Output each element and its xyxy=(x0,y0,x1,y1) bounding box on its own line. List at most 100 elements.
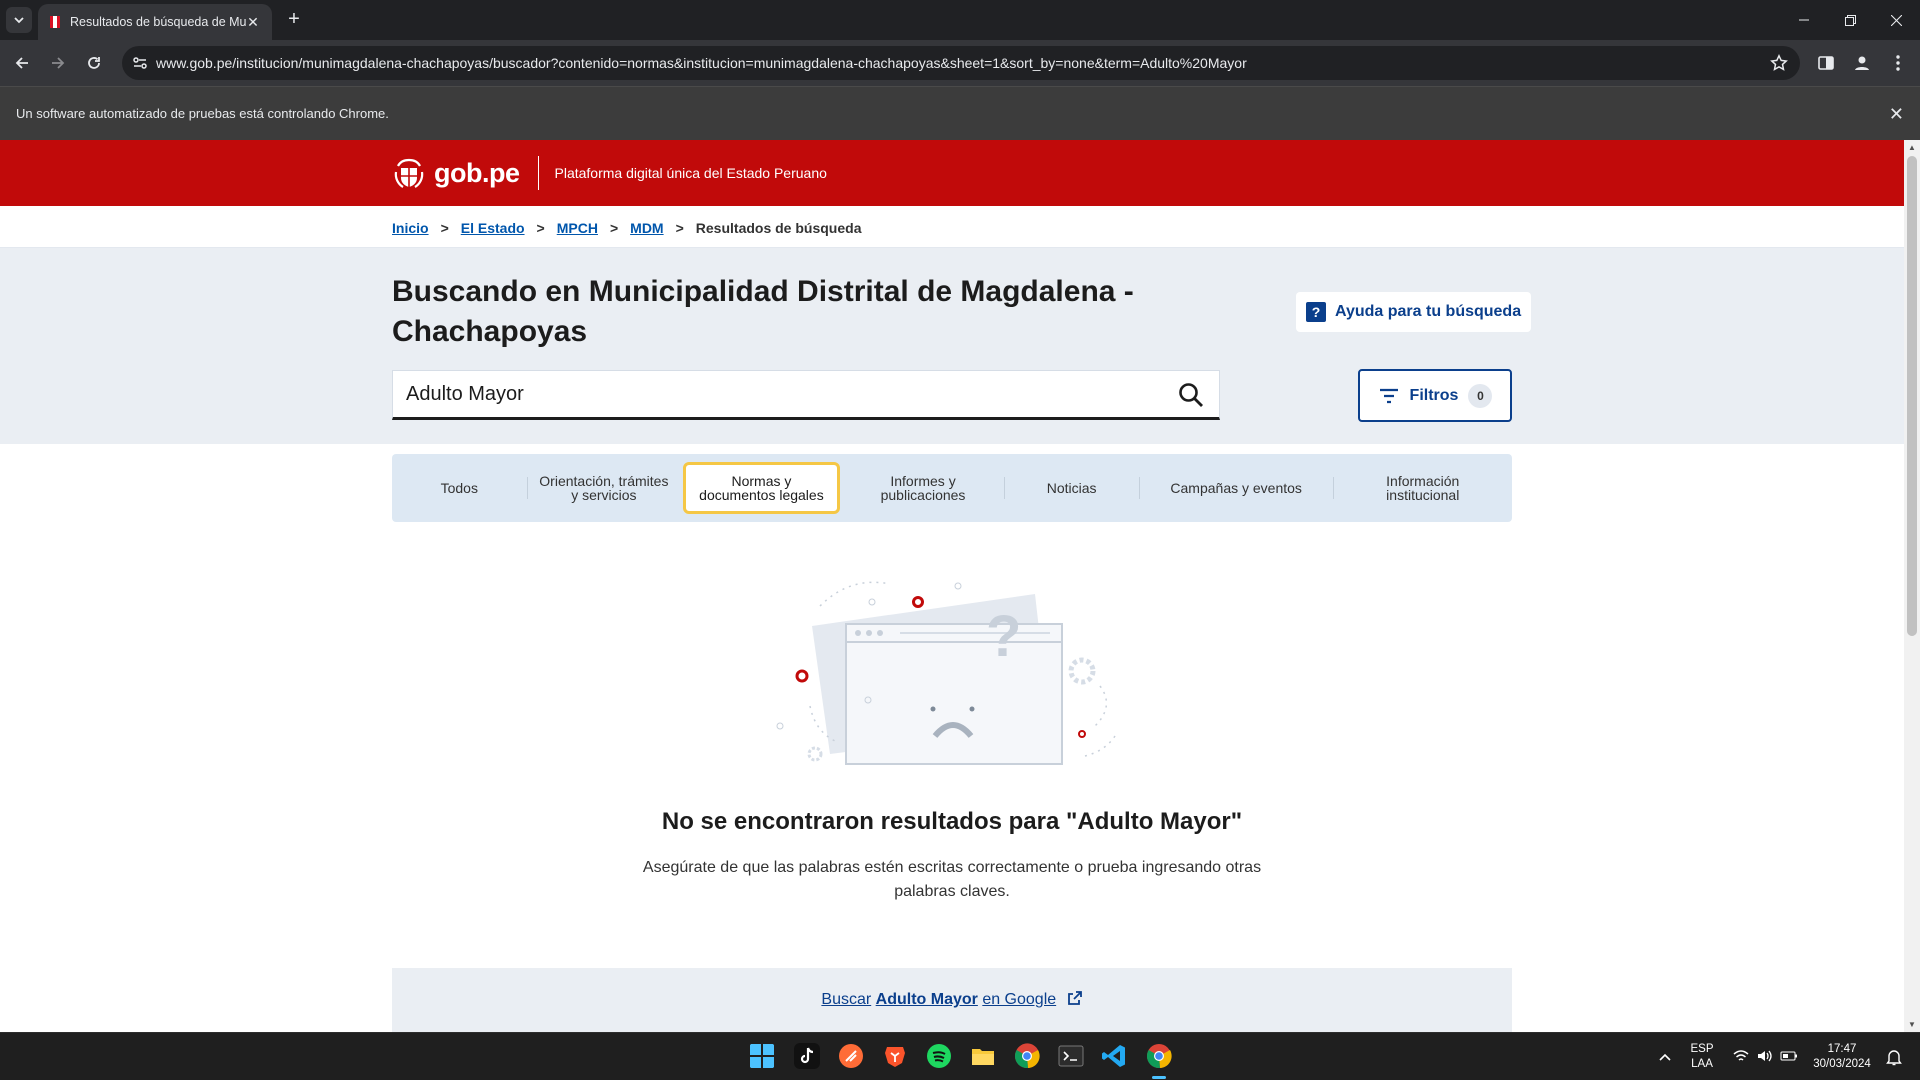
chevron-right-icon: > xyxy=(609,220,619,236)
spotify-icon[interactable] xyxy=(926,1043,952,1069)
scroll-down-arrow[interactable]: ▼ xyxy=(1908,1020,1916,1029)
site-info-icon xyxy=(133,57,147,69)
google-term: Adulto Mayor xyxy=(875,991,978,1008)
notification-bell-icon[interactable] xyxy=(1886,1048,1902,1066)
breadcrumb-el-estado[interactable]: El Estado xyxy=(461,220,525,236)
no-results-illustration: ? xyxy=(715,581,1195,776)
google-search-link[interactable]: Buscar Adulto Mayor en Google xyxy=(392,990,1512,1009)
search-input[interactable] xyxy=(393,371,1093,417)
content-type-tabs: Todos Orientación, trámites y servicios … xyxy=(392,454,1512,522)
tab-informes[interactable]: Informes y publicaciones xyxy=(842,462,1005,514)
header-tagline: Plataforma digital única del Estado Peru… xyxy=(554,165,827,181)
page-scrollbar[interactable]: ▲ ▼ xyxy=(1904,140,1920,1032)
tab-orientacion[interactable]: Orientación, trámites y servicios xyxy=(526,462,682,514)
chevron-up-icon[interactable] xyxy=(1658,1051,1672,1063)
restore-button[interactable] xyxy=(1828,0,1872,40)
reload-icon xyxy=(88,57,100,69)
new-tab-button[interactable]: + xyxy=(282,8,306,32)
tab-informacion[interactable]: Información institucional xyxy=(1333,462,1512,514)
bookmark-star-icon[interactable] xyxy=(1770,54,1788,72)
clock-date: 30/03/2024 xyxy=(1813,1058,1871,1070)
google-search-box: Buscar Adulto Mayor en Google xyxy=(392,968,1512,1032)
breadcrumb-inicio[interactable]: Inicio xyxy=(392,220,429,236)
more-menu-icon[interactable] xyxy=(1888,53,1908,73)
coat-of-arms-icon xyxy=(394,158,424,188)
page-title: Buscando en Municipalidad Distrital de M… xyxy=(392,275,1134,348)
wifi-icon[interactable] xyxy=(1733,1049,1749,1063)
gobpe-logo[interactable]: gob.pe Plataforma digital única del Esta… xyxy=(392,156,827,190)
reload-button[interactable] xyxy=(80,49,108,77)
peru-flag-icon xyxy=(50,16,60,28)
vscode-icon[interactable] xyxy=(1101,1043,1127,1069)
windows-start-icon[interactable] xyxy=(749,1043,775,1069)
search-box xyxy=(392,370,1220,420)
battery-icon[interactable] xyxy=(1780,1050,1798,1062)
tab-title: Resultados de búsqueda de Municipalidad xyxy=(70,15,246,29)
language-indicator[interactable]: ESP LAA xyxy=(1690,1033,1714,1081)
search-help-button[interactable]: ? Ayuda para tu búsqueda xyxy=(1296,292,1532,332)
close-infobar-icon[interactable]: ✕ xyxy=(1889,87,1904,141)
site-header: gob.pe Plataforma digital única del Esta… xyxy=(0,140,1904,206)
search-icon[interactable] xyxy=(1177,381,1205,409)
breadcrumb-mdm[interactable]: MDM xyxy=(630,220,663,236)
restore-icon xyxy=(1844,14,1856,26)
volume-icon[interactable] xyxy=(1757,1049,1773,1063)
side-panel-icon[interactable] xyxy=(1816,53,1836,73)
breadcrumb: Inicio > El Estado > MPCH > MDM > Result… xyxy=(392,220,861,236)
infobar-text: Un software automatizado de pruebas está… xyxy=(16,106,389,121)
url-text: www.gob.pe/institucion/munimagdalena-cha… xyxy=(156,55,1247,71)
address-bar[interactable]: www.gob.pe/institucion/munimagdalena-cha… xyxy=(122,46,1800,80)
chevron-right-icon: > xyxy=(440,220,449,236)
tab-noticias[interactable]: Noticias xyxy=(1004,462,1139,514)
close-icon xyxy=(1890,14,1902,26)
chevron-down-icon xyxy=(14,17,24,24)
clock-time: 17:47 xyxy=(1827,1043,1857,1055)
browser-toolbar: www.gob.pe/institucion/munimagdalena-cha… xyxy=(0,40,1920,86)
no-results-hint: Asegúrate de que las palabras estén escr… xyxy=(642,859,1262,900)
back-button[interactable] xyxy=(8,49,36,77)
lang-top: ESP xyxy=(1690,1043,1714,1055)
lang-bottom: LAA xyxy=(1691,1058,1713,1070)
google-suffix: en Google xyxy=(982,991,1057,1008)
profile-icon[interactable] xyxy=(1852,53,1872,73)
scrollbar-thumb[interactable] xyxy=(1907,156,1917,636)
question-icon: ? xyxy=(1306,302,1326,322)
tab-todos[interactable]: Todos xyxy=(392,462,527,514)
chevron-right-icon: > xyxy=(536,220,545,236)
close-tab-icon[interactable]: ✕ xyxy=(244,13,262,31)
arrow-right-icon xyxy=(52,57,65,69)
filters-button[interactable]: Filtros 0 xyxy=(1358,369,1512,422)
filters-label: Filtros xyxy=(1409,386,1459,404)
brave-icon[interactable] xyxy=(882,1043,908,1069)
active-app-indicator xyxy=(1152,1076,1166,1079)
tiktok-icon[interactable] xyxy=(794,1043,820,1069)
file-explorer-icon[interactable] xyxy=(970,1043,996,1069)
postman-icon[interactable] xyxy=(838,1043,864,1069)
tab-search-button[interactable] xyxy=(6,7,32,33)
close-window-button[interactable] xyxy=(1874,0,1918,40)
filters-count-badge: 0 xyxy=(1468,383,1493,408)
scroll-up-arrow[interactable]: ▲ xyxy=(1908,143,1916,152)
svg-text:?: ? xyxy=(986,604,1021,669)
breadcrumb-current: Resultados de búsqueda xyxy=(695,220,862,236)
chevron-right-icon: > xyxy=(675,220,684,236)
chrome-icon[interactable] xyxy=(1146,1043,1172,1069)
filter-icon xyxy=(1379,388,1398,403)
help-label: Ayuda para tu búsqueda xyxy=(1335,303,1522,320)
windows-taskbar: ESP LAA 17:47 30/03/2024 xyxy=(0,1032,1920,1080)
google-prefix: Buscar xyxy=(821,991,872,1008)
chrome-dev-icon[interactable] xyxy=(1014,1043,1040,1069)
minimize-icon xyxy=(1799,19,1809,21)
page-viewport: gob.pe Plataforma digital única del Esta… xyxy=(0,140,1904,1032)
terminal-icon[interactable] xyxy=(1058,1043,1084,1069)
no-results-title: No se encontraron resultados para "Adult… xyxy=(661,808,1243,835)
logo-divider xyxy=(537,156,539,190)
tab-campanas[interactable]: Campañas y eventos xyxy=(1138,462,1334,514)
tab-normas[interactable]: Normas y documentos legales xyxy=(683,462,840,514)
automation-infobar: Un software automatizado de pruebas está… xyxy=(0,86,1920,140)
minimize-button[interactable] xyxy=(1782,0,1826,40)
breadcrumb-mpch[interactable]: MPCH xyxy=(557,220,598,236)
clock[interactable]: 17:47 30/03/2024 xyxy=(1810,1033,1874,1081)
browser-tab[interactable]: Resultados de búsqueda de Municipalidad … xyxy=(38,4,272,40)
forward-button[interactable] xyxy=(44,49,72,77)
